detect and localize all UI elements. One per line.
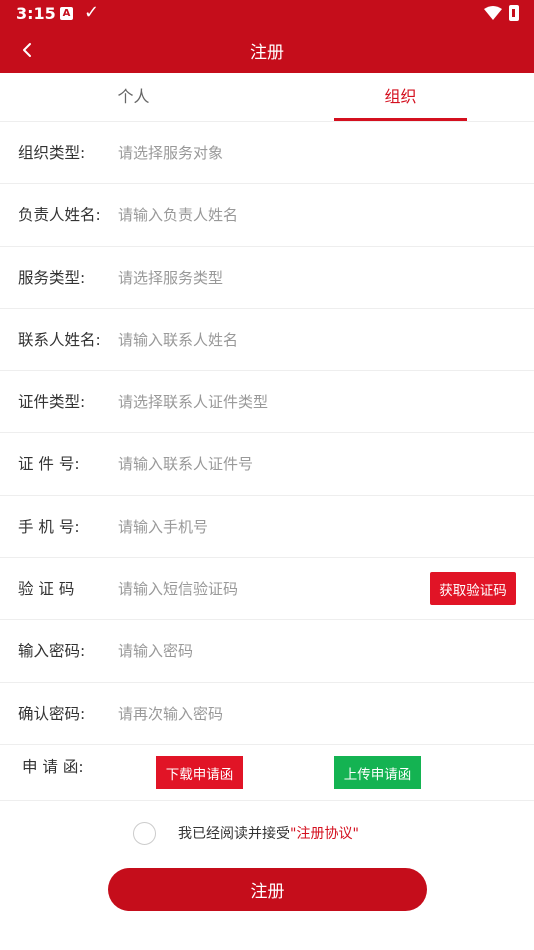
confirm-password-row: 确认密码: xyxy=(0,682,534,745)
service-type-row[interactable]: 服务类型: xyxy=(0,246,534,309)
org-type-label: 组织类型: xyxy=(18,144,86,162)
password-input[interactable] xyxy=(118,620,418,683)
page-title: 注册 xyxy=(250,43,284,63)
confirm-password-input[interactable] xyxy=(118,682,418,745)
agreement-prefix: 我已经阅读并接受 xyxy=(178,826,290,842)
tab-bar: 个人 组织 xyxy=(0,73,534,122)
org-type-select[interactable] xyxy=(118,122,418,184)
leader-name-label: 负责人姓名: xyxy=(18,206,101,225)
agreement-row: 我已经阅读并接受"注册协议" xyxy=(0,818,534,848)
id-type-row[interactable]: 证件类型: xyxy=(0,371,534,434)
battery-icon xyxy=(509,5,519,21)
id-number-input[interactable] xyxy=(118,433,418,496)
upload-letter-button[interactable]: 上传申请函 xyxy=(334,756,421,789)
contact-name-label: 联系人姓名: xyxy=(18,330,101,349)
app-bar: 注册 xyxy=(0,28,534,73)
id-number-row: 证 件 号: xyxy=(0,433,534,496)
leader-name-input[interactable] xyxy=(118,184,418,247)
a-notification-icon: A xyxy=(60,7,73,20)
id-type-select[interactable] xyxy=(118,371,418,434)
service-type-label: 服务类型: xyxy=(18,268,86,287)
phone-label: 手 机 号: xyxy=(18,517,80,536)
password-row: 输入密码: xyxy=(0,620,534,683)
service-type-select[interactable] xyxy=(118,246,418,309)
password-label: 输入密码: xyxy=(18,642,86,661)
confirm-password-label: 确认密码: xyxy=(18,704,86,723)
contact-name-input[interactable] xyxy=(118,308,418,371)
register-button[interactable]: 注册 xyxy=(108,868,427,911)
sms-code-row: 验 证 码 获取验证码 xyxy=(0,558,534,621)
id-type-label: 证件类型: xyxy=(18,393,86,412)
agreement-link[interactable]: "注册协议" xyxy=(290,826,359,842)
id-number-label: 证 件 号: xyxy=(18,455,80,474)
status-bar: 3:15 A ✓ xyxy=(0,0,534,28)
phone-row: 手 机 号: xyxy=(0,495,534,559)
wifi-icon xyxy=(484,6,502,20)
agreement-checkbox[interactable] xyxy=(133,822,156,845)
tab-person[interactable]: 个人 xyxy=(0,73,267,122)
get-sms-code-button[interactable]: 获取验证码 xyxy=(430,572,516,606)
download-done-icon: ✓ xyxy=(84,2,100,23)
tab-organization[interactable]: 组织 xyxy=(267,73,534,122)
application-letter-label: 申 请 函: xyxy=(22,758,84,776)
agreement-text: 我已经阅读并接受"注册协议" xyxy=(178,823,359,843)
download-letter-button[interactable]: 下载申请函 xyxy=(156,756,243,789)
status-time: 3:15 xyxy=(16,4,56,23)
tab-indicator xyxy=(334,118,467,121)
application-letter-row: 申 请 函: 下载申请函 上传申请函 xyxy=(0,737,534,801)
registration-form: 组织类型: 负责人姓名: 服务类型: 联系人姓名: 证件类型: 证 件 号: 手… xyxy=(0,122,534,745)
phone-input[interactable] xyxy=(118,495,418,558)
sms-code-label: 验 证 码 xyxy=(18,580,75,599)
leader-name-row: 负责人姓名: xyxy=(0,184,534,247)
sms-code-input[interactable] xyxy=(118,558,418,621)
org-type-row[interactable]: 组织类型: xyxy=(0,122,534,185)
contact-name-row: 联系人姓名: xyxy=(0,308,534,372)
